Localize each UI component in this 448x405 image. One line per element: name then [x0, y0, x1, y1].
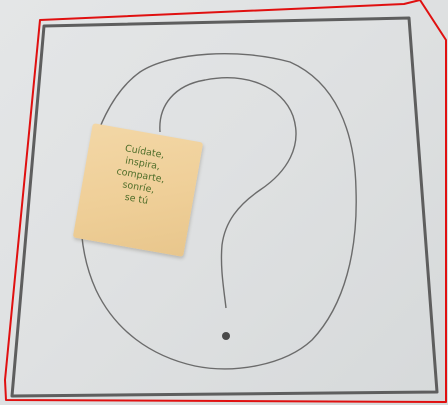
red-outline [4, 0, 447, 403]
photo-scene: Cuídate, inspira, comparte, sonríe, se t… [0, 0, 448, 405]
question-mark-dot [222, 332, 230, 340]
drawing-layer [4, 0, 447, 403]
tea-tag-text: Cuídate, inspira, comparte, sonríe, se t… [80, 137, 201, 216]
tea-tag: Cuídate, inspira, comparte, sonríe, se t… [72, 123, 204, 257]
